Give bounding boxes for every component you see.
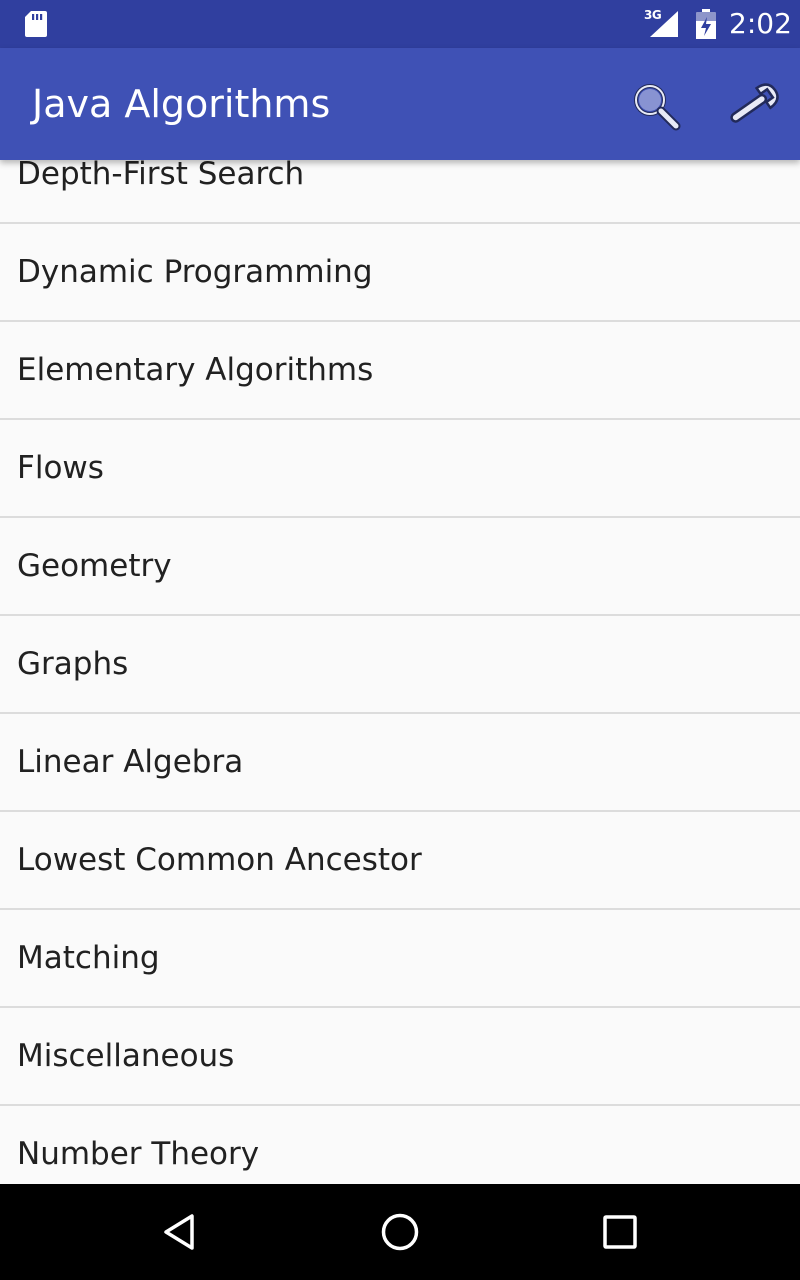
- list-item-label: Graphs: [17, 646, 129, 682]
- list-item[interactable]: Elementary Algorithms: [0, 322, 800, 420]
- navigation-bar: [0, 1184, 800, 1280]
- search-icon: [634, 84, 681, 131]
- list-item-label: Depth-First Search: [17, 160, 305, 192]
- back-button[interactable]: [152, 1204, 208, 1260]
- list-item[interactable]: Lowest Common Ancestor: [0, 812, 800, 910]
- home-icon: [381, 1213, 419, 1251]
- list-item[interactable]: Dynamic Programming: [0, 224, 800, 322]
- list-item[interactable]: Matching: [0, 910, 800, 1008]
- sd-card-icon: [25, 11, 47, 37]
- signal-icon: [650, 11, 678, 37]
- list-item[interactable]: Geometry: [0, 518, 800, 616]
- wrench-icon: [730, 83, 779, 123]
- list-item-label: Linear Algebra: [17, 744, 244, 780]
- status-bar: 3G 2:02: [0, 0, 800, 48]
- back-icon: [164, 1214, 194, 1250]
- settings-button[interactable]: [722, 76, 782, 136]
- recents-icon: [603, 1215, 637, 1249]
- app-title: Java Algorithms: [32, 82, 331, 126]
- list-item-label: Number Theory: [17, 1136, 260, 1172]
- list-item-label: Lowest Common Ancestor: [17, 842, 422, 878]
- recents-button[interactable]: [592, 1204, 648, 1260]
- list-item[interactable]: Flows: [0, 420, 800, 518]
- list-item-label: Geometry: [17, 548, 172, 584]
- list-item[interactable]: Miscellaneous: [0, 1008, 800, 1106]
- status-clock: 2:02: [729, 7, 792, 40]
- battery-icon: [696, 9, 716, 39]
- list-item[interactable]: Number Theory: [0, 1106, 800, 1184]
- list-item-label: Miscellaneous: [17, 1038, 235, 1074]
- list-item[interactable]: Linear Algebra: [0, 714, 800, 812]
- list-item[interactable]: Graphs: [0, 616, 800, 714]
- list-item-label: Matching: [17, 940, 160, 976]
- app-bar: Java Algorithms: [0, 48, 800, 160]
- home-button[interactable]: [372, 1204, 428, 1260]
- search-button[interactable]: [626, 76, 686, 136]
- list-item-label: Dynamic Programming: [17, 254, 373, 290]
- list-item-label: Flows: [17, 450, 104, 486]
- algorithm-category-list[interactable]: Depth-First Search Dynamic Programming E…: [0, 160, 800, 1184]
- list-item-label: Elementary Algorithms: [17, 352, 374, 388]
- list-item[interactable]: Depth-First Search: [0, 160, 800, 224]
